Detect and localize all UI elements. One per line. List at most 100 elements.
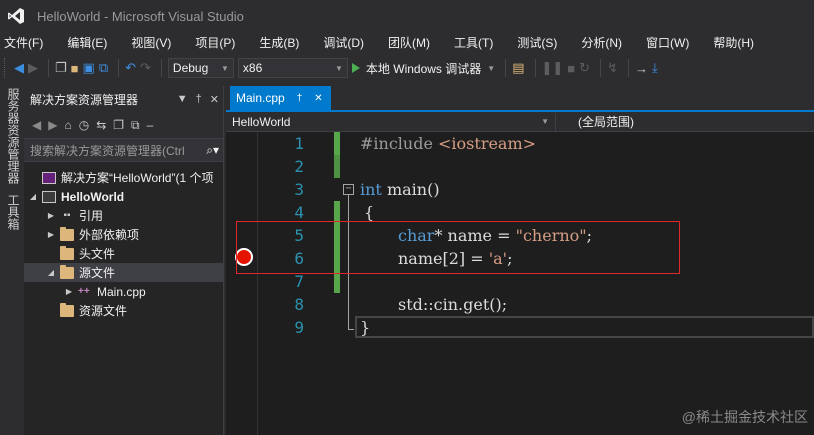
restart-icon[interactable]: ↻ — [579, 58, 590, 78]
menu-project[interactable]: 项目(P) — [191, 34, 235, 51]
code-editor: Main.cpp † ✕ HelloWorld ▼ (全局范围) 1 2 3 4… — [226, 86, 814, 435]
keyword-token: int — [360, 180, 382, 199]
menu-help[interactable]: 帮助(H) — [709, 34, 754, 51]
collapse-icon[interactable]: − — [343, 184, 354, 195]
expanded-arrow-icon[interactable]: ◢ — [28, 192, 38, 201]
code-line-3: int main() — [360, 178, 440, 201]
tree-item-label: 源文件 — [79, 266, 116, 280]
menu-file[interactable]: 文件(F) — [0, 34, 43, 51]
tree-item-solution[interactable]: 解决方案“HelloWorld”(1 个项 — [24, 168, 223, 187]
save-icon[interactable]: ▣ — [83, 58, 95, 78]
menu-edit[interactable]: 编辑(E) — [63, 34, 107, 51]
global-scope-value: (全局范围) — [578, 115, 634, 129]
visual-studio-logo-icon — [8, 8, 24, 24]
home-icon[interactable]: ⌂ — [64, 118, 71, 132]
sync-icon[interactable]: ⇆ — [96, 118, 106, 132]
find-in-files-icon[interactable]: ▤ — [512, 58, 524, 78]
breakpoint-margin[interactable] — [226, 132, 258, 435]
annotation-highlight-box — [236, 221, 680, 274]
start-debugging-button[interactable]: 本地 Windows 调试器 ▼ — [351, 58, 495, 78]
open-file-icon[interactable]: ■ — [71, 58, 79, 78]
forward-icon[interactable]: ▶ — [48, 118, 57, 132]
collapsed-arrow-icon[interactable]: ▶ — [46, 211, 56, 220]
collapsed-arrow-icon[interactable]: ▶ — [64, 287, 74, 296]
menu-view[interactable]: 视图(V) — [127, 34, 171, 51]
solution-platform-dropdown[interactable]: x86 ▼ — [237, 58, 348, 78]
back-icon[interactable]: ◀ — [32, 118, 41, 132]
hot-reload-icon[interactable]: ↯ — [607, 58, 618, 78]
global-scope-dropdown[interactable]: (全局范围) — [556, 113, 814, 131]
menu-build[interactable]: 生成(B) — [255, 34, 299, 51]
pending-changes-icon[interactable]: ◷ — [79, 118, 89, 132]
tree-item-label: 引用 — [79, 209, 104, 223]
server-explorer-tab[interactable]: 服务器资源管理器 — [3, 88, 20, 184]
show-next-statement-icon[interactable]: → — [635, 58, 648, 78]
include-path-token: <iostream> — [438, 134, 537, 153]
close-icon[interactable]: ✕ — [314, 93, 322, 104]
change-bar — [334, 132, 340, 155]
tree-item-project[interactable]: ◢ HelloWorld — [24, 187, 223, 206]
close-icon[interactable]: ✕ — [210, 93, 219, 106]
tree-item-label: 外部依赖项 — [79, 228, 140, 242]
run-label: 本地 Windows 调试器 — [365, 61, 482, 76]
solution-configuration-dropdown[interactable]: Debug ▼ — [167, 58, 234, 78]
line-number: 9 — [294, 318, 304, 337]
window-title: HelloWorld - Microsoft Visual Studio — [37, 8, 244, 24]
step-into-icon[interactable]: ⤓ — [652, 58, 658, 78]
navigate-forward-icon[interactable]: ▶ — [28, 58, 38, 78]
dropdown-icon[interactable]: ▼ — [177, 93, 188, 106]
undo-icon[interactable]: ↶ — [125, 58, 136, 78]
chevron-down-icon[interactable]: ▼ — [487, 64, 495, 73]
tab-main-cpp[interactable]: Main.cpp † ✕ — [230, 86, 331, 110]
project-scope-value: HelloWorld — [232, 114, 291, 129]
code-token: { — [364, 203, 375, 222]
expanded-arrow-icon[interactable]: ◢ — [46, 268, 56, 277]
references-icon: ▪▪ — [63, 209, 71, 221]
menu-bar: 文件(F) 编辑(E) 视图(V) 项目(P) 生成(B) 调试(D) 团队(M… — [0, 32, 814, 52]
code-token: main() — [381, 180, 440, 199]
pause-icon[interactable]: ❚❚ — [542, 58, 564, 78]
tree-item-references[interactable]: ▶ ▪▪ 引用 — [24, 206, 223, 225]
code-line-8: std::cin.get(); — [398, 293, 507, 316]
project-scope-dropdown[interactable]: HelloWorld ▼ — [226, 112, 556, 131]
play-icon — [351, 63, 360, 73]
pin-icon[interactable]: † — [297, 93, 303, 104]
panel-controls: ▼ † ✕ — [177, 93, 219, 106]
search-placeholder: 搜索解决方案资源管理器(Ctrl — [30, 143, 185, 158]
code-line-1: #include <iostream> — [360, 132, 536, 155]
new-project-icon[interactable]: ❐ — [55, 58, 67, 78]
toolbar-separator — [627, 59, 629, 77]
tree-item-header-files[interactable]: 头文件 — [24, 244, 223, 263]
tree-item-label: 头文件 — [79, 247, 116, 261]
code-area[interactable]: 1 2 3 4 5 6 7 8 9 − #include <iostream> … — [226, 132, 814, 435]
menu-analyze[interactable]: 分析(N) — [577, 34, 622, 51]
stop-icon[interactable]: ■ — [567, 58, 575, 78]
menu-tools[interactable]: 工具(T) — [450, 34, 493, 51]
collapsed-arrow-icon[interactable]: ▶ — [46, 230, 56, 239]
navigate-back-icon[interactable]: ◀ — [14, 58, 24, 78]
title-bar: HelloWorld - Microsoft Visual Studio — [0, 0, 814, 32]
navigation-bar: HelloWorld ▼ (全局范围) — [226, 112, 814, 132]
tree-item-main-cpp[interactable]: ▶ ++ Main.cpp — [24, 282, 223, 301]
save-all-icon[interactable]: ⧉ — [99, 58, 108, 78]
toolbox-tab[interactable]: 工具箱 — [3, 194, 20, 230]
menu-window[interactable]: 窗口(W) — [642, 34, 689, 51]
menu-test[interactable]: 测试(S) — [513, 34, 557, 51]
show-all-files-icon[interactable]: ⧉ — [131, 118, 140, 133]
configuration-value: Debug — [172, 61, 209, 75]
search-icon[interactable]: ⌕▾ — [206, 143, 219, 158]
redo-icon[interactable]: ↷ — [140, 58, 151, 78]
tree-item-external-deps[interactable]: ▶ 外部依赖项 — [24, 225, 223, 244]
solution-explorer-search[interactable]: 搜索解决方案资源管理器(Ctrl ⌕▾ — [24, 138, 223, 162]
properties-icon[interactable]: ‒ — [147, 118, 154, 132]
menu-team[interactable]: 团队(M) — [384, 34, 430, 51]
toolbar-separator — [118, 59, 120, 77]
menu-debug[interactable]: 调试(D) — [319, 34, 364, 51]
toolbar-separator — [48, 59, 49, 77]
folder-icon — [60, 302, 74, 317]
tree-item-resource-files[interactable]: 资源文件 — [24, 301, 223, 320]
tree-item-source-files[interactable]: ◢ 源文件 — [24, 263, 223, 282]
pin-icon[interactable]: † — [196, 93, 202, 106]
toolbar-grip[interactable] — [4, 58, 8, 78]
collapse-all-icon[interactable]: ❐ — [113, 118, 124, 132]
